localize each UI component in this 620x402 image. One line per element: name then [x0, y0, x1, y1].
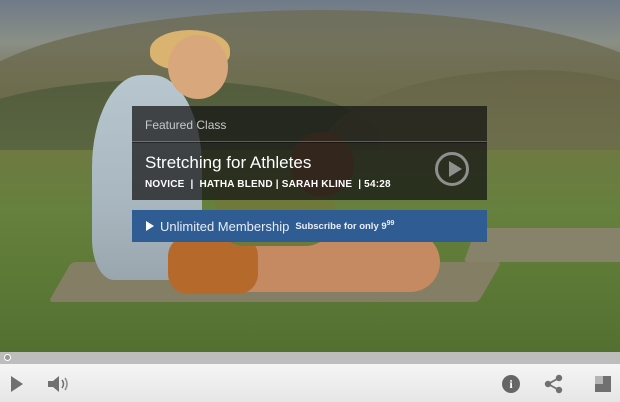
share-icon[interactable]: [543, 373, 565, 395]
info-icon[interactable]: i: [500, 373, 522, 395]
progress-bar[interactable]: [0, 352, 620, 364]
membership-price-text: Subscribe for only 9: [295, 221, 387, 233]
membership-price-cents: 99: [386, 219, 395, 227]
control-bar: i: [0, 364, 620, 402]
volume-icon[interactable]: [46, 373, 72, 395]
membership-price: Subscribe for only 999: [295, 220, 394, 232]
featured-class-overlay: Featured Class Stretching for Athletes N…: [132, 106, 487, 242]
membership-button[interactable]: Unlimited Membership Subscribe for only …: [132, 210, 487, 242]
play-class-icon[interactable]: [435, 152, 469, 186]
progress-handle[interactable]: [4, 354, 11, 361]
instructor-head: [168, 35, 228, 99]
featured-class-card[interactable]: Stretching for Athletes NOVICE | HATHA B…: [132, 142, 487, 200]
play-arrow-icon: [146, 221, 154, 231]
yoga-mat-right: [463, 228, 620, 262]
featured-class-header: Featured Class: [132, 106, 487, 142]
play-icon[interactable]: [6, 373, 28, 395]
video-player: Featured Class Stretching for Athletes N…: [0, 0, 620, 402]
membership-label: Unlimited Membership: [160, 218, 290, 234]
class-meta: NOVICE | HATHA BLEND | SARAH KLINE | 54:…: [145, 179, 391, 190]
video-frame[interactable]: Featured Class Stretching for Athletes N…: [0, 0, 620, 352]
fullscreen-icon[interactable]: [592, 373, 614, 395]
class-title[interactable]: Stretching for Athletes: [145, 153, 311, 173]
